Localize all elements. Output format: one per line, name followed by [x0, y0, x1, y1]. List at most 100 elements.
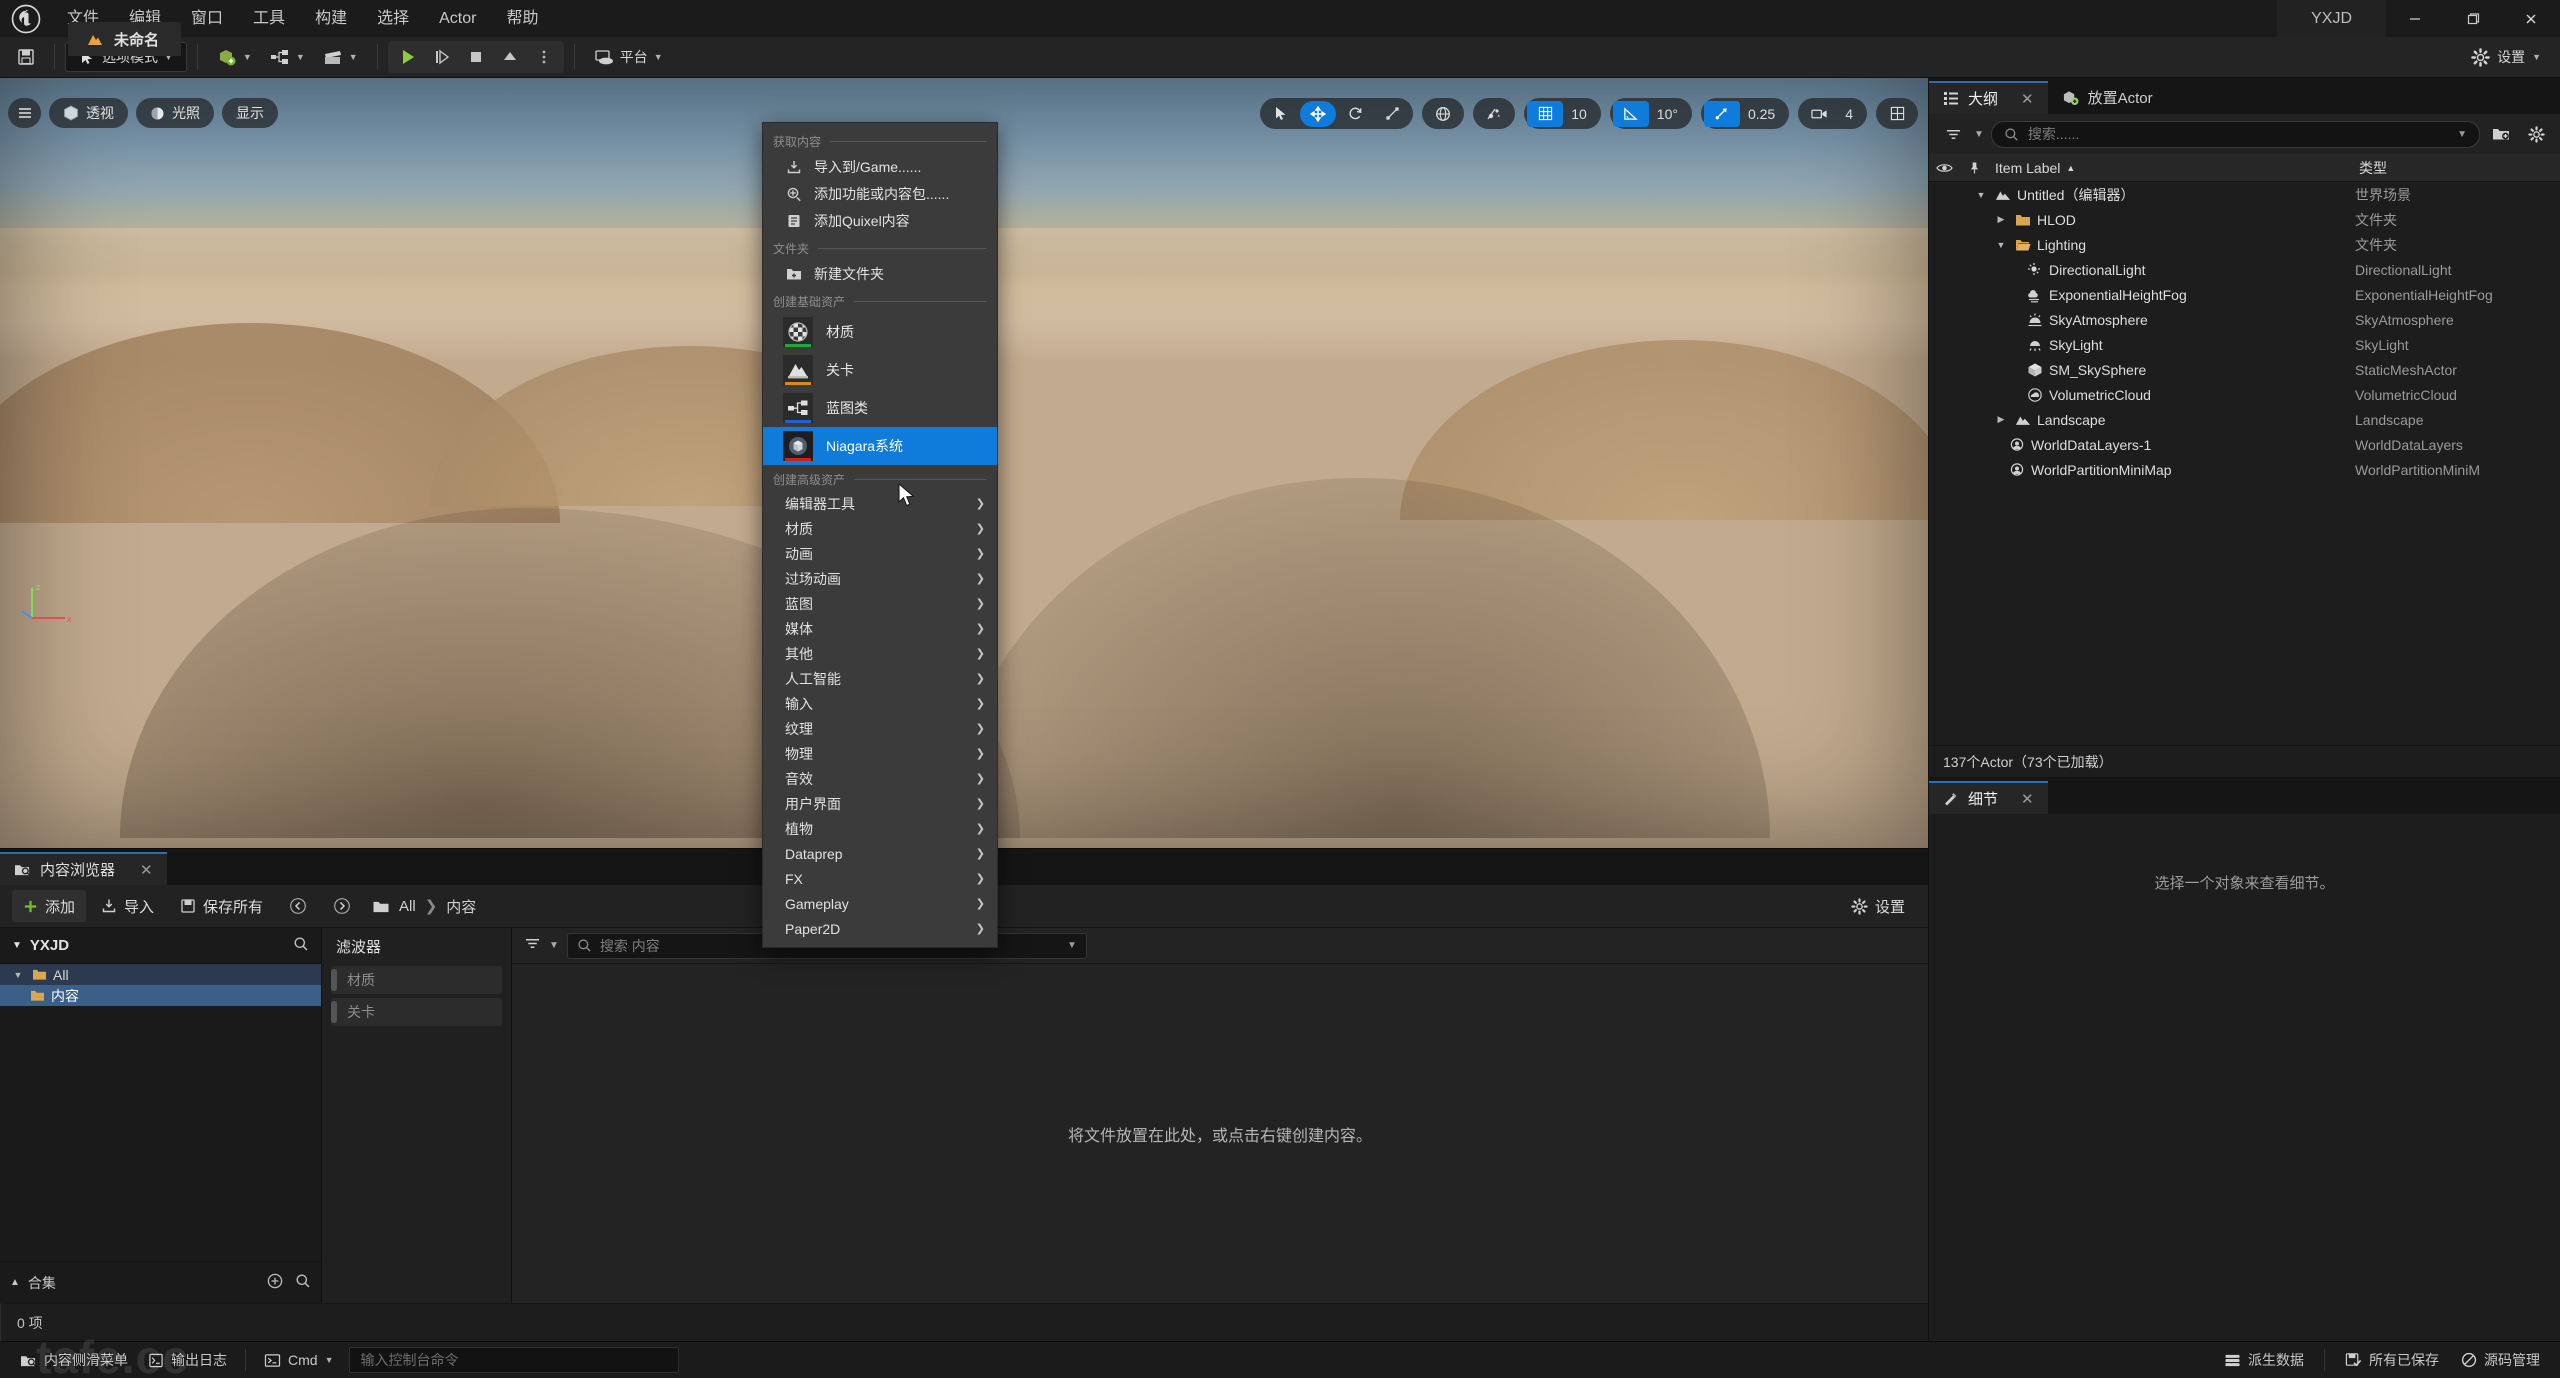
scale-snap-value[interactable]: 0.25 [1741, 106, 1786, 122]
type-column-header[interactable]: 类型 [2355, 158, 2560, 178]
menu-item-blueprint-class[interactable]: 蓝图类 [763, 389, 997, 427]
pin-column-icon[interactable] [1959, 161, 1989, 175]
asset-filter-icon[interactable] [524, 936, 541, 956]
tree-node-all[interactable]: ▼ All [0, 964, 321, 985]
camera-speed-icon[interactable] [1801, 101, 1837, 127]
collections-twisty-icon[interactable]: ▲ [10, 1277, 20, 1288]
project-tab[interactable]: 未命名 [68, 22, 182, 56]
search-collections-icon[interactable] [295, 1273, 311, 1292]
scale-tool-icon[interactable] [1374, 101, 1410, 127]
menu-select[interactable]: 选择 [362, 0, 424, 37]
table-row[interactable]: ExponentialHeightFog ExponentialHeightFo… [1929, 282, 2560, 307]
twisty-icon-untitled[interactable]: ▼ [1973, 190, 1989, 200]
output-log-button[interactable]: 输出日志 [138, 1346, 237, 1374]
maximize-button[interactable] [2444, 0, 2502, 37]
submenu-blueprint[interactable]: 蓝图 ❯ [763, 591, 997, 616]
add-actor-button[interactable]: ▼ [208, 41, 261, 73]
table-row[interactable]: WorldPartitionMiniMap WorldPartitionMini… [1929, 457, 2560, 482]
submenu-editor-utilities[interactable]: 编辑器工具 ❯ [763, 491, 997, 516]
nav-forward-button[interactable] [322, 890, 362, 922]
eject-button[interactable] [493, 42, 527, 72]
submenu-artificial-intelligence[interactable]: 人工智能 ❯ [763, 666, 997, 691]
scale-snap-toggle-icon[interactable] [1703, 100, 1740, 127]
submenu-gameplay[interactable]: Gameplay ❯ [763, 891, 997, 916]
add-asset-button[interactable]: 添加 [12, 890, 87, 922]
menu-item-add-feature[interactable]: 添加功能或内容包...... [763, 180, 997, 207]
menu-window[interactable]: 窗口 [176, 0, 238, 37]
table-row[interactable]: ▶ HLOD 文件夹 [1929, 207, 2560, 232]
table-row[interactable]: DirectionalLight DirectionalLight [1929, 257, 2560, 282]
outliner-search-input[interactable]: 搜索...... ▼ [1990, 120, 2480, 148]
grid-snap-toggle-icon[interactable] [1527, 100, 1564, 127]
stop-button[interactable] [459, 42, 493, 72]
submenu-user-interface[interactable]: 用户界面 ❯ [763, 791, 997, 816]
import-button[interactable]: 导入 [90, 890, 165, 922]
visibility-column-icon[interactable] [1929, 162, 1959, 174]
menu-item-new-folder[interactable]: 新建文件夹 [763, 260, 997, 287]
menu-item-add-quixel[interactable]: 添加Quixel内容 [763, 207, 997, 234]
table-row[interactable]: VolumetricCloud VolumetricCloud [1929, 382, 2560, 407]
derived-data-button[interactable]: 派生数据 [2214, 1346, 2314, 1374]
outliner-filter-icon[interactable] [1939, 120, 1967, 148]
outliner-filter-caret-icon[interactable]: ▼ [1974, 129, 1984, 140]
nav-back-button[interactable] [278, 890, 318, 922]
close-icon-details[interactable]: ✕ [2021, 790, 2034, 808]
tree-node-content[interactable]: 内容 [0, 985, 321, 1006]
play-options-button[interactable] [527, 42, 561, 72]
menu-item-import[interactable]: 导入到/Game...... [763, 153, 997, 180]
viewport-show-button[interactable]: 显示 [222, 98, 278, 128]
table-row[interactable]: SkyAtmosphere SkyAtmosphere [1929, 307, 2560, 332]
close-button[interactable] [2502, 0, 2560, 37]
table-row[interactable]: SM_SkySphere StaticMeshActor [1929, 357, 2560, 382]
move-tool-icon[interactable] [1300, 100, 1337, 127]
submenu-foliage[interactable]: 植物 ❯ [763, 816, 997, 841]
submenu-material[interactable]: 材质 ❯ [763, 516, 997, 541]
menu-item-niagara-system[interactable]: Niagara系统 [763, 427, 997, 465]
camera-speed-value[interactable]: 4 [1838, 106, 1864, 122]
outliner-settings-icon[interactable] [2522, 120, 2550, 148]
submenu-cinematics[interactable]: 过场动画 ❯ [763, 566, 997, 591]
tab-place-actor[interactable]: 放置Actor [2048, 81, 2167, 114]
grid-snap-value[interactable]: 10 [1564, 106, 1598, 122]
breadcrumb-all[interactable]: All [399, 898, 416, 915]
add-collection-icon[interactable] [267, 1273, 283, 1292]
viewport-options-menu-icon[interactable] [8, 98, 41, 128]
console-command-input[interactable]: 输入控制台命令 [349, 1347, 680, 1373]
table-row[interactable]: SkyLight SkyLight [1929, 332, 2560, 357]
cmd-dropdown[interactable]: Cmd ▼ [254, 1346, 343, 1374]
close-icon-outliner[interactable]: ✕ [2021, 90, 2034, 108]
viewport-perspective-button[interactable]: 透视 [49, 98, 128, 128]
content-drawer-button[interactable]: 内容侧滑菜单 [10, 1346, 138, 1374]
submenu-fx[interactable]: FX ❯ [763, 866, 997, 891]
chevron-down-icon-outliner-search[interactable]: ▼ [2457, 129, 2467, 140]
submenu-audio[interactable]: 音效 ❯ [763, 766, 997, 791]
twisty-icon-hlod[interactable]: ▶ [1993, 214, 2009, 225]
angle-snap-value[interactable]: 10° [1650, 106, 1689, 122]
table-row[interactable]: ▼ Untitled（编辑器） 世界场景 [1929, 182, 2560, 207]
save-all-button[interactable]: 保存所有 [169, 890, 274, 922]
menu-actor[interactable]: Actor [424, 0, 491, 37]
submenu-physics[interactable]: 物理 ❯ [763, 741, 997, 766]
menu-item-level[interactable]: 关卡 [763, 351, 997, 389]
twisty-icon-lighting[interactable]: ▼ [1993, 240, 2009, 250]
play-button[interactable] [391, 42, 425, 72]
all-saved-button[interactable]: 所有已保存 [2335, 1346, 2449, 1374]
submenu-animation[interactable]: 动画 ❯ [763, 541, 997, 566]
filter-material[interactable]: 材质 [331, 966, 502, 994]
select-tool-icon[interactable] [1263, 101, 1299, 127]
chevron-down-icon-tree[interactable]: ▼ [12, 940, 22, 951]
submenu-texture[interactable]: 纹理 ❯ [763, 716, 997, 741]
menu-tools[interactable]: 工具 [238, 0, 300, 37]
table-row[interactable]: WorldDataLayers-1 WorldDataLayers [1929, 432, 2560, 457]
menu-item-material[interactable]: 材质 [763, 313, 997, 351]
editor-settings-button[interactable]: 设置 ▼ [2462, 42, 2550, 72]
minimize-button[interactable] [2386, 0, 2444, 37]
submenu-input[interactable]: 输入 ❯ [763, 691, 997, 716]
viewport-lighting-button[interactable]: 光照 [136, 98, 214, 128]
skip-button[interactable] [425, 42, 459, 72]
tree-search-icon[interactable] [293, 936, 309, 956]
asset-filter-caret-icon[interactable]: ▼ [549, 940, 559, 951]
chevron-down-icon-search[interactable]: ▼ [1067, 940, 1077, 951]
item-label-column-header[interactable]: Item Label ▲ [1989, 160, 2355, 176]
content-browser-settings-button[interactable]: 设置 [1840, 890, 1916, 922]
